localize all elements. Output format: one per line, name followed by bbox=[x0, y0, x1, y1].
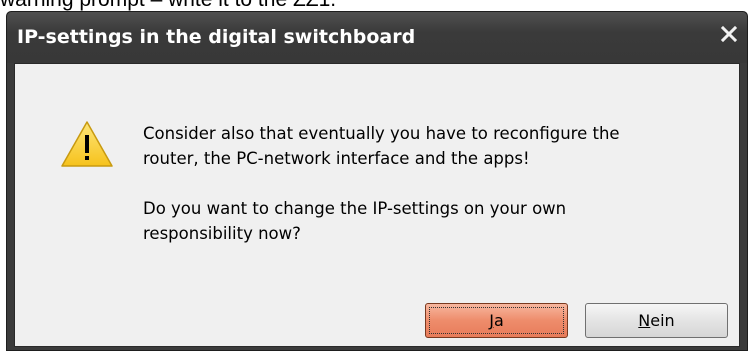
dialog-titlebar[interactable]: IP-settings in the digital switchboard bbox=[7, 12, 747, 63]
message-line-1: Consider also that eventually you have t… bbox=[143, 124, 620, 143]
close-icon[interactable] bbox=[717, 24, 741, 48]
no-button-label: ein bbox=[650, 311, 675, 330]
yes-button[interactable]: Ja bbox=[425, 303, 568, 338]
message-line-4: responsibility now? bbox=[143, 224, 301, 243]
message-line-3: Do you want to change the IP-settings on… bbox=[143, 199, 567, 218]
message-line-2: router, the PC-network interface and the… bbox=[143, 149, 530, 168]
no-button-accelerator: N bbox=[638, 311, 651, 330]
page: warning prompt – write it to the ZZ1. IP… bbox=[0, 0, 752, 353]
warning-dialog: IP-settings in the digital switchboard C… bbox=[6, 11, 748, 351]
dialog-title: IP-settings in the digital switchboard bbox=[17, 26, 416, 48]
dialog-message: Consider also that eventually you have t… bbox=[143, 121, 723, 271]
warning-icon bbox=[61, 121, 113, 167]
focus-ring bbox=[429, 307, 564, 334]
close-icon-glyph bbox=[720, 25, 738, 43]
no-button[interactable]: Nein bbox=[585, 303, 728, 338]
dialog-body: Consider also that eventually you have t… bbox=[14, 63, 740, 347]
